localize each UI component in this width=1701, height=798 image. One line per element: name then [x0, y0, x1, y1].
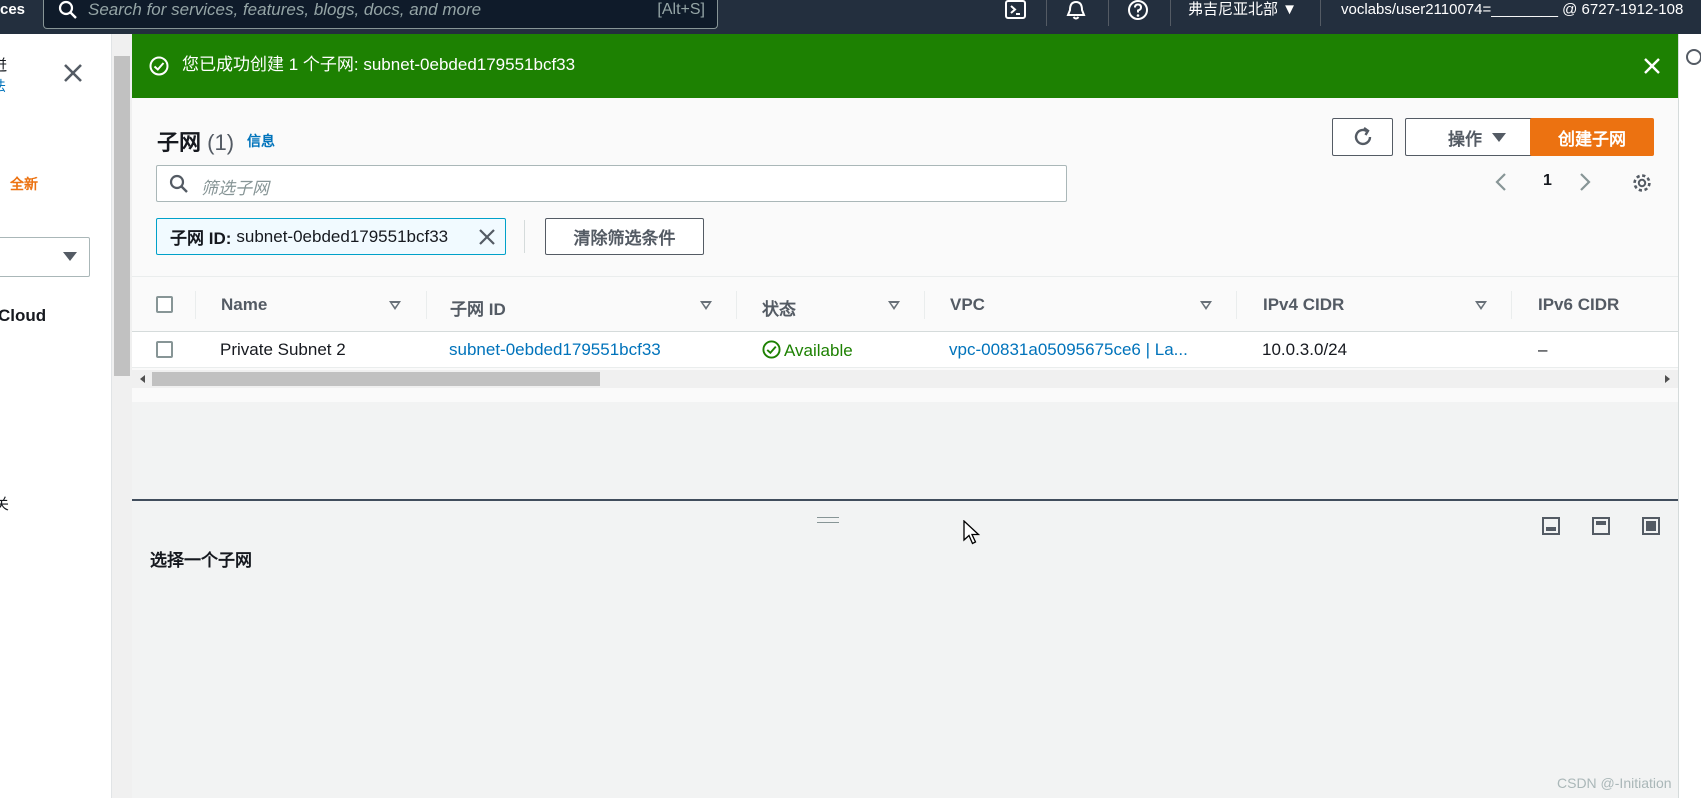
- cloudshell-icon[interactable]: [1004, 0, 1028, 22]
- right-tools-panel: [1678, 34, 1701, 798]
- column-header-name[interactable]: Name: [221, 295, 267, 315]
- column-divider: [426, 291, 427, 319]
- search-shortcut: [Alt+S]: [657, 1, 705, 18]
- cell-state: Available: [762, 340, 853, 361]
- panel-side-icon[interactable]: [1591, 516, 1611, 536]
- sort-icon[interactable]: [389, 301, 401, 310]
- dismiss-flash-icon[interactable]: [1642, 56, 1662, 76]
- cell-subnet-id-link[interactable]: subnet-0ebded179551bcf33: [449, 340, 661, 360]
- filter-token-key: 子网 ID:: [170, 229, 232, 248]
- filter-token: 子网 ID: subnet-0ebded179551bcf33: [156, 218, 506, 255]
- previous-page-icon[interactable]: [1493, 170, 1509, 194]
- sort-icon[interactable]: [888, 301, 900, 310]
- cell-ipv6-cidr: –: [1538, 340, 1548, 359]
- subnet-count: (1): [207, 130, 235, 155]
- column-header-ipv6-cidr[interactable]: IPv6 CIDR: [1538, 295, 1619, 315]
- actions-dropdown-button[interactable]: 操作: [1405, 118, 1549, 156]
- column-divider: [195, 291, 196, 319]
- next-page-icon[interactable]: [1577, 170, 1593, 194]
- table-header: Name 子网 ID 状态 VPC IPv4 CIDR IPv6 CIDR: [132, 276, 1678, 332]
- sort-icon[interactable]: [700, 301, 712, 310]
- side-panel: 迸 法 全新 Cloud 关: [0, 34, 111, 798]
- column-divider: [924, 291, 925, 319]
- refresh-button[interactable]: [1332, 118, 1393, 156]
- column-divider: [1236, 291, 1237, 319]
- filter-placeholder: 筛选子网: [201, 179, 269, 198]
- main-content: 您已成功创建 1 个子网: subnet-0ebded179551bcf33 子…: [132, 34, 1678, 798]
- new-badge: 全新: [10, 176, 38, 192]
- side-panel-link[interactable]: 法: [0, 76, 6, 96]
- search-icon: [169, 174, 188, 193]
- sort-icon[interactable]: [1200, 301, 1212, 310]
- caret-down-icon: [63, 252, 77, 261]
- table-row[interactable]: Private Subnet 2 subnet-0ebded179551bcf3…: [132, 332, 1678, 368]
- side-panel-heading: Cloud: [0, 306, 47, 325]
- caret-down-icon: [1492, 132, 1506, 142]
- topbar-divider: [1108, 0, 1109, 26]
- panel-maximize-icon[interactable]: [1641, 516, 1661, 536]
- cell-name: Private Subnet 2: [220, 340, 346, 359]
- watermark-text: CSDN @-Initiation: [1557, 775, 1672, 791]
- services-menu-label[interactable]: ces: [0, 0, 25, 20]
- status-text: Available: [784, 341, 853, 360]
- clock-icon[interactable]: [1685, 48, 1701, 66]
- column-divider: [1511, 291, 1512, 319]
- subnets-table-container: 子网 (1) 信息 操作 创建子网 筛选子网 1 子网 ID: subnet-0e…: [132, 98, 1678, 402]
- filter-token-value: subnet-0ebded179551bcf33: [236, 226, 449, 246]
- info-link[interactable]: 信息: [247, 131, 275, 151]
- topbar-divider: [1046, 0, 1047, 26]
- scroll-left-arrow[interactable]: [140, 375, 145, 383]
- column-header-ipv4-cidr[interactable]: IPv4 CIDR: [1263, 295, 1344, 315]
- select-all-checkbox[interactable]: [156, 296, 173, 313]
- bell-icon[interactable]: [1064, 0, 1088, 22]
- filter-subnets-input[interactable]: 筛选子网: [156, 165, 1067, 202]
- side-panel-text: 迸: [0, 54, 7, 75]
- detail-panel-title: 选择一个子网: [150, 551, 252, 570]
- column-divider: [736, 291, 737, 319]
- side-panel-select[interactable]: [0, 237, 90, 277]
- split-panel-divider[interactable]: [132, 499, 1678, 501]
- remove-filter-icon[interactable]: [477, 227, 497, 247]
- topbar-divider: [1320, 0, 1321, 26]
- search-icon: [58, 0, 77, 19]
- actions-label: 操作: [1448, 129, 1482, 149]
- search-placeholder: Search for services, features, blogs, do…: [88, 0, 482, 19]
- cell-vpc-link[interactable]: vpc-00831a05095675ce6 | La...: [949, 340, 1188, 360]
- column-header-vpc[interactable]: VPC: [950, 295, 985, 315]
- help-icon[interactable]: [1126, 0, 1150, 22]
- status-available-icon: [762, 340, 781, 359]
- scroll-right-arrow[interactable]: [1665, 375, 1670, 383]
- side-panel-scrollbar[interactable]: [111, 34, 132, 798]
- account-menu[interactable]: voclabs/user2110074=________ @ 6727-1912…: [1341, 0, 1683, 20]
- gear-icon[interactable]: [1631, 172, 1653, 194]
- cell-ipv4-cidr: 10.0.3.0/24: [1262, 340, 1348, 359]
- topbar-divider: [1170, 0, 1171, 26]
- top-navigation-bar: ces Search for services, features, blogs…: [0, 0, 1701, 34]
- page-title-text: 子网: [157, 130, 202, 155]
- panel-bottom-icon[interactable]: [1541, 516, 1561, 536]
- mouse-cursor-icon: [963, 520, 981, 545]
- global-search-input[interactable]: Search for services, features, blogs, do…: [43, 0, 718, 29]
- close-icon[interactable]: [62, 62, 84, 84]
- scrollbar-thumb[interactable]: [152, 372, 600, 386]
- current-page-number[interactable]: 1: [1543, 172, 1552, 190]
- clear-filters-button[interactable]: 清除筛选条件: [545, 218, 704, 255]
- refresh-icon: [1354, 127, 1371, 146]
- create-subnet-button[interactable]: 创建子网: [1530, 118, 1654, 156]
- resize-handle-icon[interactable]: [817, 517, 839, 523]
- row-checkbox[interactable]: [156, 341, 173, 358]
- column-header-state[interactable]: 状态: [762, 295, 796, 320]
- column-header-subnet-id[interactable]: 子网 ID: [450, 295, 506, 320]
- side-panel-text: 关: [0, 496, 10, 513]
- success-check-icon: [149, 56, 169, 76]
- flash-message: 您已成功创建 1 个子网: subnet-0ebded179551bcf33: [182, 55, 576, 74]
- scrollbar-thumb[interactable]: [114, 56, 130, 376]
- page-title: 子网 (1): [157, 125, 234, 157]
- table-horizontal-scrollbar[interactable]: [132, 370, 1678, 388]
- token-divider: [524, 220, 525, 253]
- success-flashbar: 您已成功创建 1 个子网: subnet-0ebded179551bcf33: [132, 34, 1678, 98]
- sort-icon[interactable]: [1475, 301, 1487, 310]
- region-selector[interactable]: 弗吉尼亚北部 ▼: [1188, 0, 1297, 20]
